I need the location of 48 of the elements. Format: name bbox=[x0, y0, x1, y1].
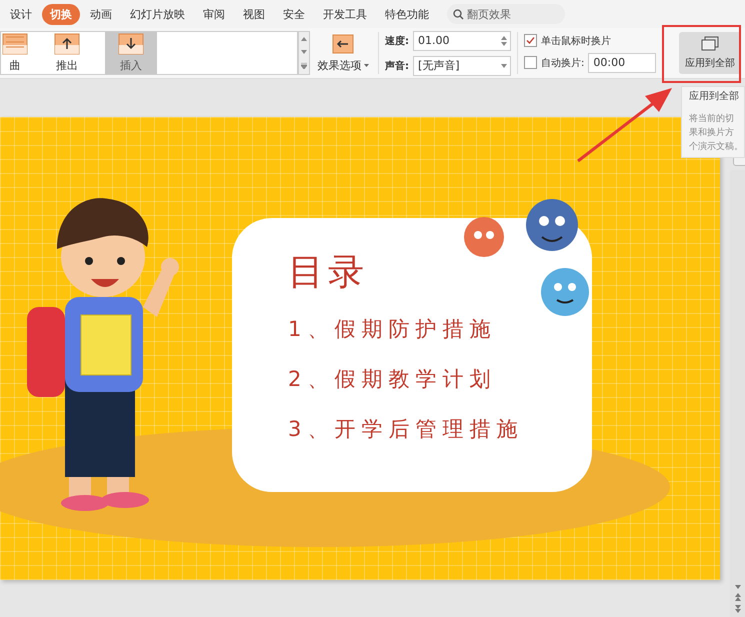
tooltip-text: 将当前的切 bbox=[689, 112, 735, 126]
previous-slide-icon bbox=[734, 593, 740, 601]
vertical-scrollbar[interactable] bbox=[730, 170, 745, 617]
tooltip-title: 应用到全部 bbox=[689, 90, 740, 104]
next-slide-icon bbox=[734, 605, 740, 613]
checkbox-label: 自动换片: bbox=[541, 56, 584, 70]
ribbon-tab[interactable]: 动画 bbox=[82, 4, 120, 24]
gallery-scrollbar[interactable] bbox=[298, 31, 310, 75]
spinner-icon bbox=[501, 36, 507, 46]
checkbox[interactable] bbox=[524, 56, 537, 69]
up-arrow-icon bbox=[301, 36, 307, 41]
stacked-pages-icon bbox=[701, 36, 719, 52]
ribbon-tab[interactable]: 开发工具 bbox=[315, 4, 375, 24]
ribbon-tab[interactable]: 特色功能 bbox=[377, 4, 437, 24]
down-arrow-icon bbox=[301, 50, 307, 54]
caret-icon bbox=[501, 64, 507, 68]
time-field[interactable]: 00:00 bbox=[588, 52, 656, 72]
agenda-item: 3、开学后管理措施 bbox=[288, 416, 524, 443]
push-transition-icon bbox=[54, 33, 80, 55]
search-field[interactable]: 翻页效果 bbox=[447, 4, 565, 24]
search-icon bbox=[453, 8, 464, 20]
tooltip-text: 个演示文稿。 bbox=[689, 140, 744, 154]
sound-dropdown[interactable]: [无声音] bbox=[413, 56, 511, 76]
apply-to-all-button[interactable]: 应用到全部 bbox=[679, 32, 741, 74]
ribbon-tab[interactable]: 审阅 bbox=[195, 4, 233, 24]
ribbon-tab[interactable]: 视图 bbox=[235, 4, 273, 24]
checkbox[interactable] bbox=[524, 34, 537, 47]
ribbon-tab[interactable]: 设计 bbox=[2, 4, 40, 24]
tooltip-text: 果和换片方 bbox=[689, 126, 735, 140]
speed-field[interactable]: 01.00 bbox=[413, 30, 511, 50]
speed-label: 速度: bbox=[385, 34, 409, 48]
sound-label: 声音: bbox=[385, 59, 409, 72]
checkbox-label: 单击鼠标时换片 bbox=[541, 34, 611, 48]
caret-icon bbox=[364, 64, 368, 66]
search-placeholder: 翻页效果 bbox=[467, 6, 511, 22]
down-arrow-icon bbox=[734, 585, 740, 589]
pattern-transition-icon bbox=[2, 33, 28, 55]
ribbon-tab[interactable]: 幻灯片放映 bbox=[122, 4, 193, 24]
ribbon-tab[interactable]: 安全 bbox=[275, 4, 313, 24]
transition-option[interactable]: 曲 bbox=[1, 32, 29, 74]
transition-option[interactable]: 推出 bbox=[41, 32, 93, 74]
expand-icon bbox=[301, 63, 307, 70]
agenda-item: 1、假期防护措施 bbox=[288, 316, 498, 343]
insert-transition-icon bbox=[118, 33, 144, 55]
effect-options-button[interactable]: 效果选项 bbox=[314, 28, 372, 78]
slide-title: 目录 bbox=[288, 251, 369, 295]
transition-option[interactable]: 插入 bbox=[105, 32, 157, 74]
agenda-item: 2、假期教学计划 bbox=[288, 366, 498, 393]
